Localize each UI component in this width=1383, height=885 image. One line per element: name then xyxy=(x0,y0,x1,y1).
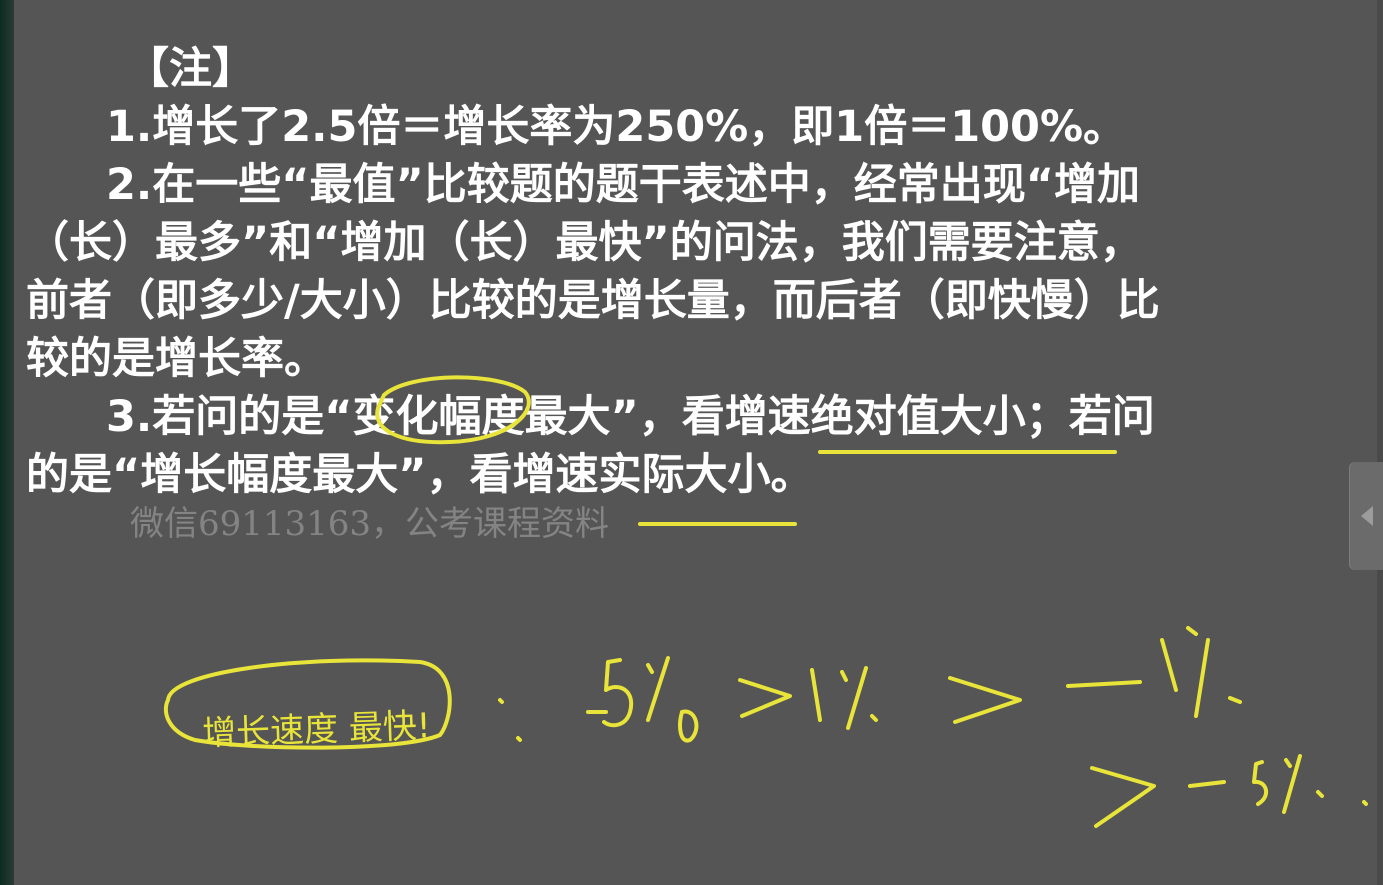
ink-5-percent xyxy=(586,656,699,743)
ink-neg-1-percent xyxy=(1066,626,1242,718)
lecture-video-frame: 【注】 1.增长了2.5倍＝增长率为250%，即1倍＝100%。 2.在一些“最… xyxy=(0,0,1383,885)
ink-1-percent xyxy=(810,666,878,730)
ink-gt-1 xyxy=(738,678,792,718)
note-line-4: 前者（即多少/大小）比较的是增长量，而后者（即快慢）比 xyxy=(26,276,1160,326)
note-line-6: 3.若问的是“变化幅度最大”，看增速绝对值大小；若问 xyxy=(106,392,1155,442)
watermark-text: 微信69113163，公考课程资料 xyxy=(130,504,610,544)
ink-neg-5-percent xyxy=(1188,754,1368,814)
chevron-left-icon xyxy=(1361,506,1373,526)
ink-gt-2 xyxy=(948,676,1022,724)
slide-text-body: 【注】 1.增长了2.5倍＝增长率为250%，即1倍＝100%。 2.在一些“最… xyxy=(26,40,1326,504)
ink-dots xyxy=(498,698,522,742)
note-line-2: 2.在一些“最值”比较题的题干表述中，经常出现“增加 xyxy=(106,160,1141,210)
handwritten-label: 增长速度 最快! xyxy=(201,706,432,754)
note-line-3: （长）最多”和“增加（长）最快”的问法，我们需要注意， xyxy=(26,218,1143,268)
frame-left-edge xyxy=(0,0,14,885)
note-line-5: 较的是增长率。 xyxy=(26,334,327,384)
note-line-1: 1.增长了2.5倍＝增长率为250%，即1倍＝100%。 xyxy=(106,102,1127,152)
sidebar-expand-tab[interactable] xyxy=(1349,462,1383,570)
frame-right-edge xyxy=(1377,0,1383,885)
note-heading: 【注】 xyxy=(126,44,255,94)
ink-gt-3 xyxy=(1090,766,1156,828)
